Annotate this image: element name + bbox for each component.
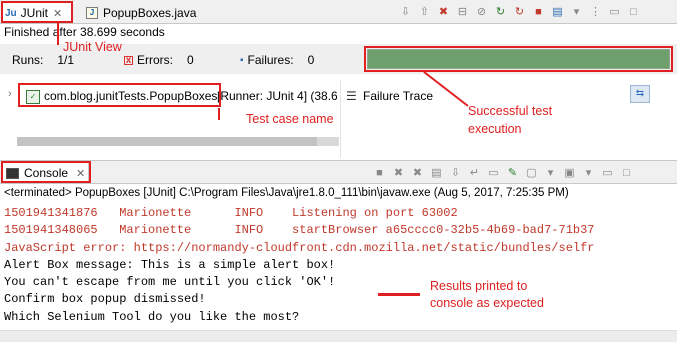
annotation-results-line1: Results printed to [430,279,528,293]
tab-popupboxes-label: PopupBoxes.java [103,5,197,20]
run-status-text: Finished after 38.699 seconds [4,25,165,39]
pane-divider[interactable] [340,80,341,158]
annotation-junit-view: JUnit View [63,40,122,54]
console-dropdown-icon[interactable]: ▾ [581,165,596,180]
annotation-pointer-results [378,293,420,296]
terminate-icon[interactable]: ■ [372,165,387,180]
console-line: Alert Box message: This is a simple aler… [4,257,336,272]
annotation-successful-line1: Successful test [468,104,553,118]
rerun-test-icon[interactable]: ↻ [493,4,508,19]
console-line: Which Selenium Tool do you like the most… [4,309,300,324]
show-failures-only-icon[interactable]: ✖ [436,4,451,19]
runs-label: Runs: [12,53,44,67]
terminated-status: <terminated> PopupBoxes [JUnit] C:\Progr… [4,187,569,199]
console-line: 1501941348065 Marionette INFO startBrows… [4,223,595,238]
clear-console-icon[interactable]: ▤ [429,165,444,180]
maximize-icon[interactable]: □ [626,4,641,19]
console-line: Confirm box popup dismissed! [4,292,206,307]
tree-scroll-thumb[interactable] [17,137,317,146]
view-menu-icon[interactable]: ⋮ [588,4,603,19]
java-file-icon: J [86,6,98,19]
compare-results-icon[interactable]: ⇆ [630,85,650,103]
runs-value: 1/1 [57,53,75,67]
scroll-lock-icon[interactable]: ⇩ [448,165,463,180]
annotation-pointer-junit [57,23,59,45]
skipped-tests-icon[interactable]: ⊘ [474,4,489,19]
stop-test-run-icon[interactable]: ■ [531,4,546,19]
tree-expand-icon[interactable]: › [8,88,12,100]
junit-toolbar: ⇩ ⇧ ✖ ⊟ ⊘ ↻ ↻ ■ ▤ ▾ ⋮ ▭ □ [398,4,641,19]
show-console-icon[interactable]: ▭ [486,165,501,180]
failures-value: 0 [307,53,315,67]
open-console-icon[interactable]: ▾ [543,165,558,180]
console-horizontal-scrollbar[interactable] [0,330,677,342]
console-line: JavaScript error: https://normandy-cloud… [4,240,595,255]
failures-counter: ▪ Failures: 0 [240,53,314,67]
annotation-results-line2: console as expected [430,296,544,310]
scroll-lock-icon[interactable]: ⊟ [455,4,470,19]
error-icon: x [124,54,133,66]
test-run-history-icon[interactable]: ▤ [550,4,565,19]
annotation-pointer-progress [423,72,469,107]
annotation-test-case-name: Test case name [246,112,334,126]
word-wrap-icon[interactable]: ↵ [467,165,482,180]
runs-counter: Runs: 1/1 [12,53,74,67]
annotation-successful-line2: execution [468,122,522,136]
stack-trace-icon: ☰ [346,89,357,103]
maximize-icon[interactable]: □ [619,165,634,180]
pin-console-icon[interactable]: ✎ [505,165,520,180]
errors-value: 0 [187,53,194,67]
minimize-icon[interactable]: ▭ [607,4,622,19]
annotation-pointer-test-case [218,108,220,120]
console-toolbar: ■ ✖ ✖ ▤ ⇩ ↵ ▭ ✎ ▢ ▾ ▣ ▾ ▭ □ [372,165,634,180]
errors-label: Errors: [137,53,173,67]
remove-all-launches-icon[interactable]: ✖ [410,165,425,180]
annotation-box-progress [364,46,673,72]
display-console-icon[interactable]: ▢ [524,165,539,180]
previous-failure-icon[interactable]: ⇧ [417,4,432,19]
new-console-icon[interactable]: ▣ [562,165,577,180]
test-runner-info[interactable]: [Runner: JUnit 4] (38.6 [217,89,337,103]
console-line: 1501941341876 Marionette INFO Listening … [4,206,458,220]
minimize-icon[interactable]: ▭ [600,165,615,180]
annotation-box-console-tab [1,161,91,183]
annotation-box-junit-tab [1,1,73,23]
history-dropdown-icon[interactable]: ▾ [569,4,584,19]
next-failure-icon[interactable]: ⇩ [398,4,413,19]
console-output[interactable]: 1501941341876 Marionette INFO Listening … [4,205,674,326]
annotation-box-test-case [18,83,221,107]
tab-popupboxes-java[interactable]: J PopupBoxes.java [82,2,232,23]
console-line: You can't escape from me until you click… [4,275,336,290]
rerun-failed-first-icon[interactable]: ↻ [512,4,527,19]
failure-icon: ▪ [240,54,244,66]
failures-label: Failures: [247,53,294,67]
errors-counter: x Errors: 0 [124,53,194,67]
remove-launch-icon[interactable]: ✖ [391,165,406,180]
